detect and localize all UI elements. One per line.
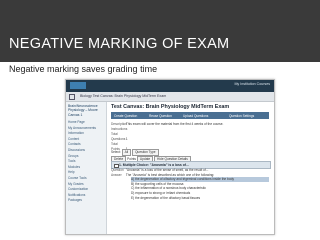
lms-screenshot: My Institution Courses Biology Test Canv… — [65, 79, 275, 235]
total-questions-value: 1 — [125, 137, 128, 141]
slide-title-band — [0, 0, 320, 62]
question-title: 1. Multiple Choice: "Anosmia" is a loss … — [119, 163, 189, 167]
select-all-button[interactable]: All — [121, 149, 132, 156]
course-sidebar: Brain/Neuroscience Physiology – Moore Ca… — [66, 102, 107, 234]
page-title: Test Canvas: Brain Physiology MidTerm Ex… — [111, 104, 230, 110]
top-nav-links[interactable]: My Institution Courses — [234, 82, 270, 86]
breadcrumb-bar: Biology Test Canvas: Brain Physiology Mi… — [66, 92, 274, 102]
lms-top-bar: My Institution Courses — [66, 80, 274, 92]
create-question-button[interactable]: Create Question — [114, 114, 137, 118]
test-canvas-panel: Test Canvas: Brain Physiology MidTerm Ex… — [108, 102, 274, 234]
answer-intro: The "Anosmia" is best described as which… — [125, 172, 215, 177]
test-info: Description This exam will cover the mat… — [111, 122, 269, 152]
course-menu: Home Page My Announcements Information C… — [68, 120, 105, 204]
slide-subtitle: Negative marking saves grading time — [9, 64, 158, 74]
home-icon[interactable] — [69, 94, 75, 100]
question-settings-button[interactable]: Question Settings — [229, 114, 254, 118]
question-body: Question "Anosmia" is a loss of the sens… — [111, 168, 269, 200]
course-menu-item[interactable]: Packages — [68, 198, 105, 204]
upload-questions-button[interactable]: Upload Questions — [183, 114, 208, 118]
reuse-question-button[interactable]: Reuse Question — [149, 114, 172, 118]
action-bar: Create Question Reuse Question Upload Qu… — [111, 112, 269, 119]
lms-logo — [70, 82, 86, 89]
description-value: This exam will cover the material from t… — [125, 122, 224, 126]
answer-label: Answer — [111, 172, 122, 177]
question-text: "Anosmia" is a loss of the sense of smel… — [125, 168, 209, 172]
total-questions-label: Total Questions — [111, 132, 126, 141]
answer-option: E) the degeneration of the olfactory bas… — [131, 195, 201, 200]
slide-title: NEGATIVE MARKING OF EXAM — [9, 36, 230, 52]
question-type-dropdown[interactable]: Question Type — [132, 149, 159, 156]
select-label: Select: — [111, 150, 121, 154]
breadcrumb[interactable]: Biology Test Canvas: Brain Physiology Mi… — [80, 94, 166, 98]
course-title[interactable]: Brain/Neuroscience Physiology – Moore Ca… — [68, 104, 104, 117]
